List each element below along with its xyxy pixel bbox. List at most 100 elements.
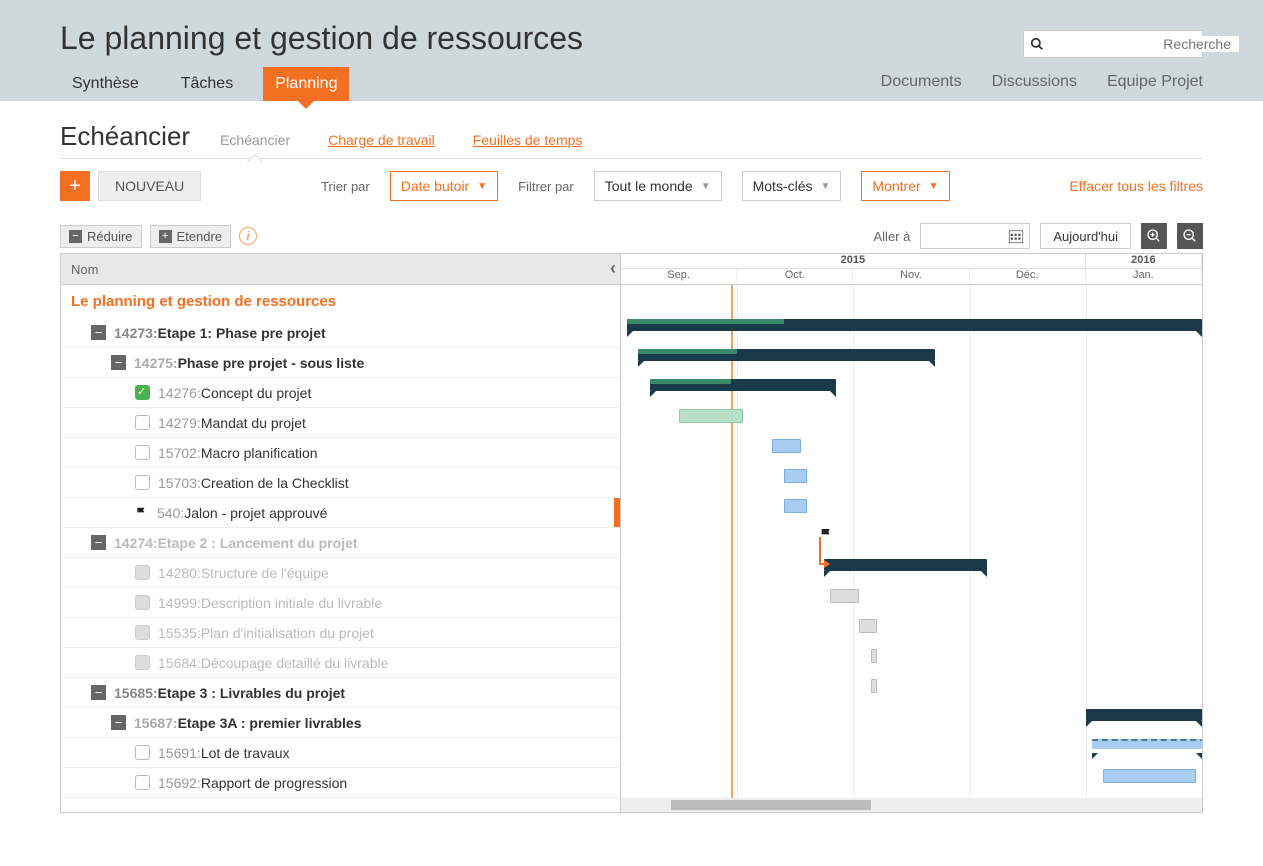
nav-documents[interactable]: Documents: [881, 73, 962, 91]
task-row[interactable]: −14274: Etape 2 : Lancement du projet: [61, 528, 620, 558]
collapse-icon[interactable]: −: [91, 535, 106, 550]
task-id: 15691:: [158, 745, 201, 761]
gantt-summary-bar[interactable]: [1086, 709, 1202, 721]
task-row[interactable]: −15687: Etape 3A : premier livrables: [61, 708, 620, 738]
tab-synthese[interactable]: Synthèse: [60, 67, 151, 101]
caret-down-icon: ▼: [929, 181, 939, 192]
checkbox[interactable]: [135, 775, 150, 790]
subtab-feuilles[interactable]: Feuilles de temps: [469, 126, 587, 154]
keywords-label: Mots-clés: [753, 178, 813, 194]
gantt-task-bar[interactable]: [784, 469, 807, 483]
collapse-icon[interactable]: −: [91, 685, 106, 700]
task-row[interactable]: 15703: Creation de la Checklist: [61, 468, 620, 498]
task-id: 14999:: [158, 595, 201, 611]
task-id: 14276:: [158, 385, 201, 401]
month-label: Nov.: [853, 269, 969, 284]
gantt-task-bar[interactable]: [871, 649, 877, 663]
primary-tabs: Synthèse Tâches Planning: [60, 67, 349, 101]
goto-date-input[interactable]: [920, 223, 1030, 249]
subtab-echeancier[interactable]: Echéancier: [216, 126, 294, 154]
month-label: Oct.: [737, 269, 853, 284]
horizontal-scrollbar[interactable]: [621, 798, 1202, 812]
collapse-icon[interactable]: −: [111, 355, 126, 370]
task-id: 14273:: [114, 325, 158, 341]
gantt-task-bar[interactable]: [830, 589, 859, 603]
gantt-task-bar[interactable]: [1103, 769, 1196, 783]
task-row[interactable]: 15535: Plan d'initialisation du projet: [61, 618, 620, 648]
task-row[interactable]: −14275: Phase pre projet - sous liste: [61, 348, 620, 378]
task-name: Etape 3A : premier livrables: [178, 715, 362, 731]
task-name: Macro planification: [201, 445, 318, 461]
filter-select[interactable]: Tout le monde ▼: [594, 171, 722, 201]
checkbox[interactable]: [135, 655, 150, 670]
task-row[interactable]: 14999: Description initiale du livrable: [61, 588, 620, 618]
clear-filters-link[interactable]: Effacer tous les filtres: [1069, 178, 1203, 194]
checkbox[interactable]: [135, 475, 150, 490]
collapse-icon[interactable]: −: [91, 325, 106, 340]
task-row[interactable]: −15685: Etape 3 : Livrables du projet: [61, 678, 620, 708]
expand-button[interactable]: + Etendre: [150, 225, 232, 248]
goto-label: Aller à: [874, 229, 911, 244]
gantt-summary-bar[interactable]: [824, 559, 987, 571]
task-name: Jalon - projet approuvé: [184, 505, 327, 521]
checkbox[interactable]: [135, 565, 150, 580]
plus-icon: +: [159, 230, 172, 243]
collapse-pane-icon[interactable]: ‹: [610, 258, 616, 279]
task-name: Lot de travaux: [201, 745, 290, 761]
gantt-task-bar[interactable]: [679, 409, 743, 423]
checkbox[interactable]: [135, 595, 150, 610]
add-button[interactable]: +: [60, 171, 90, 201]
nav-equipe[interactable]: Equipe Projet: [1107, 73, 1203, 91]
nav-discussions[interactable]: Discussions: [992, 73, 1077, 91]
tab-taches[interactable]: Tâches: [169, 67, 245, 101]
keywords-select[interactable]: Mots-clés ▼: [742, 171, 842, 201]
info-icon[interactable]: i: [239, 227, 257, 245]
collapse-icon[interactable]: −: [111, 715, 126, 730]
gantt-summary-bar[interactable]: [1092, 739, 1202, 749]
caret-down-icon: ▼: [701, 181, 711, 192]
today-button[interactable]: Aujourd'hui: [1040, 223, 1131, 249]
task-row[interactable]: 15691: Lot de travaux: [61, 738, 620, 768]
filter-value: Tout le monde: [605, 178, 693, 194]
caret-down-icon: ▼: [821, 181, 831, 192]
gantt-task-bar[interactable]: [871, 679, 877, 693]
collapse-label: Réduire: [87, 229, 133, 244]
selection-marker: [614, 498, 620, 527]
checkbox[interactable]: [135, 445, 150, 460]
task-id: 15685:: [114, 685, 158, 701]
task-row[interactable]: −14273: Etape 1: Phase pre projet: [61, 318, 620, 348]
zoom-out-button[interactable]: [1177, 223, 1203, 249]
gantt-task-bar[interactable]: [784, 499, 807, 513]
checkbox[interactable]: [135, 625, 150, 640]
show-select[interactable]: Montrer▼: [861, 171, 949, 201]
sort-select[interactable]: Date butoir▼: [390, 171, 498, 201]
task-row[interactable]: 14276: Concept du projet: [61, 378, 620, 408]
collapse-button[interactable]: − Réduire: [60, 225, 142, 248]
checkbox[interactable]: [135, 415, 150, 430]
gantt-task-bar[interactable]: [772, 439, 801, 453]
checkbox[interactable]: [135, 745, 150, 760]
search-box[interactable]: [1023, 30, 1203, 58]
sort-label: Trier par: [321, 179, 370, 194]
task-name: Etape 2 : Lancement du projet: [158, 535, 358, 551]
caret-down-icon: ▼: [477, 181, 487, 192]
task-row[interactable]: 15702: Macro planification: [61, 438, 620, 468]
tab-planning[interactable]: Planning: [263, 67, 349, 101]
checkbox[interactable]: [135, 385, 150, 400]
task-row[interactable]: 14279: Mandat du projet: [61, 408, 620, 438]
page-title: Echéancier: [60, 121, 190, 158]
task-row[interactable]: 14280: Structure de l'équipe: [61, 558, 620, 588]
gantt-task-bar[interactable]: [859, 619, 876, 633]
subtab-charge[interactable]: Charge de travail: [324, 126, 439, 154]
task-row[interactable]: 540: Jalon - projet approuvé: [61, 498, 620, 528]
task-row[interactable]: 15684: Découpage detaillé du livrable: [61, 648, 620, 678]
task-name: Etape 1: Phase pre projet: [158, 325, 326, 341]
task-list-pane: Nom ‹ Le planning et gestion de ressourc…: [61, 254, 621, 812]
zoom-in-button[interactable]: [1141, 223, 1167, 249]
project-name: Le planning et gestion de ressources: [61, 285, 620, 318]
task-row[interactable]: 15692: Rapport de progression: [61, 768, 620, 798]
search-input[interactable]: [1050, 36, 1239, 52]
new-button[interactable]: NOUVEAU: [98, 171, 201, 201]
task-name: Mandat du projet: [201, 415, 306, 431]
dependency-arrow: [819, 537, 825, 565]
